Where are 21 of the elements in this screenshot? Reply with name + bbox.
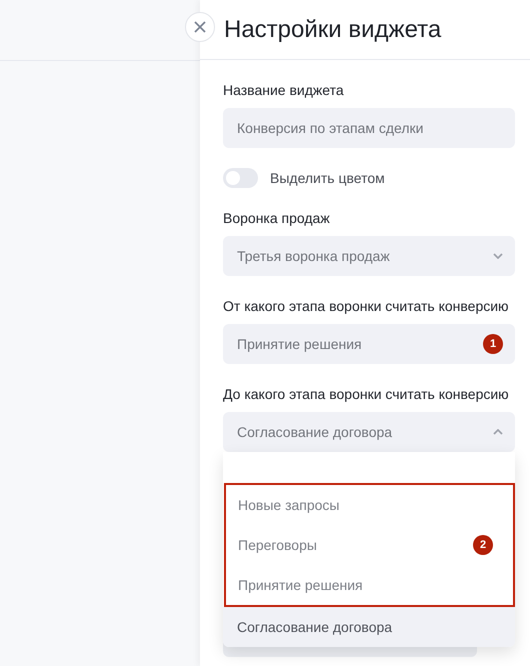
field-label: От какого этапа воронки считать конверсию — [223, 298, 510, 314]
dropdown-option[interactable]: Переговоры — [226, 525, 463, 565]
chevron-icon — [493, 253, 503, 259]
close-icon — [194, 21, 206, 33]
chevron-icon — [493, 429, 503, 435]
toggle-label: Выделить цветом — [270, 170, 385, 186]
select-field[interactable]: Третья воронка продаж — [223, 236, 515, 276]
field-label: До какого этапа воронки считать конверсию — [223, 386, 510, 402]
select-field[interactable]: Согласование договора — [223, 412, 515, 452]
select-field[interactable]: Принятие решения 1 — [223, 324, 515, 364]
dropdown-option[interactable]: Новые запросы — [226, 485, 463, 525]
number-badge: 2 — [473, 535, 493, 555]
field-label: Воронка продаж — [223, 210, 331, 226]
input-field[interactable]: Конверсия по этапам сделки — [223, 108, 515, 148]
close-button[interactable] — [185, 12, 215, 42]
dropdown-option[interactable]: Принятие решения — [226, 565, 463, 605]
toggle-switch[interactable] — [223, 168, 258, 188]
dropdown-option[interactable]: Согласование договора — [223, 607, 515, 647]
field-label: Название виджета — [223, 82, 345, 98]
number-badge: 1 — [483, 334, 503, 354]
panel-title: Настройки виджета — [224, 16, 442, 44]
